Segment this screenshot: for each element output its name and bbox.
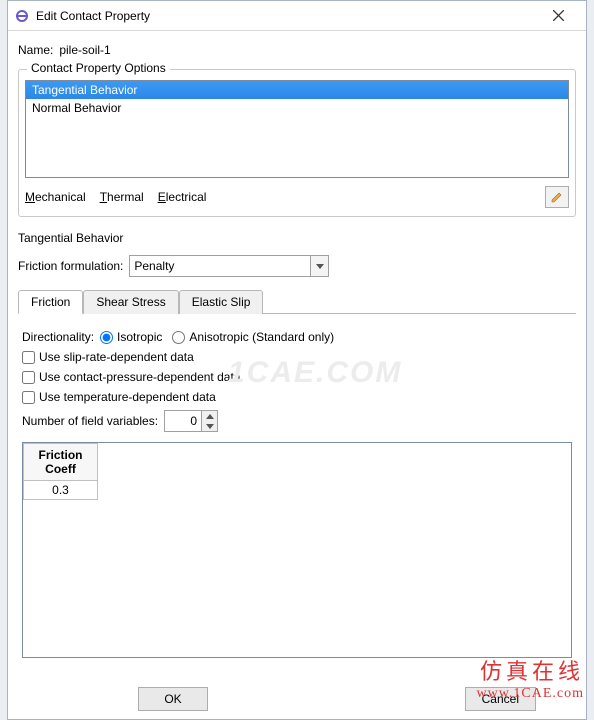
close-icon — [553, 10, 564, 21]
edit-button[interactable] — [545, 186, 569, 208]
titlebar: Edit Contact Property — [8, 1, 586, 31]
options-menubar: Mechanical Thermal Electrical — [25, 186, 569, 208]
friction-formulation-value: Penalty — [134, 259, 174, 273]
friction-cell-1[interactable]: 0.3 — [24, 481, 98, 500]
list-item-tangential[interactable]: Tangential Behavior — [26, 81, 568, 99]
ok-button[interactable]: OK — [138, 687, 208, 711]
friction-formulation-label: Friction formulation: — [18, 259, 123, 273]
radio-isotropic[interactable] — [100, 331, 113, 344]
field-vars-row: Number of field variables: — [22, 410, 572, 432]
options-fieldset: Contact Property Options Tangential Beha… — [18, 69, 576, 217]
temperature-row: Use temperature-dependent data — [22, 390, 572, 404]
radio-anisotropic-label: Anisotropic (Standard only) — [189, 330, 334, 344]
section-title: Tangential Behavior — [18, 231, 576, 245]
title-text: Edit Contact Property — [36, 9, 536, 23]
spin-up[interactable] — [202, 411, 217, 421]
field-vars-input[interactable] — [165, 411, 201, 431]
tab-friction[interactable]: Friction — [18, 290, 83, 314]
menu-electrical[interactable]: Electrical — [158, 190, 207, 204]
menu-mechanical[interactable]: Mechanical — [25, 190, 86, 204]
name-value: pile-soil-1 — [59, 43, 110, 57]
tab-elastic-slip[interactable]: Elastic Slip — [179, 290, 264, 314]
slip-rate-row: Use slip-rate-dependent data — [22, 350, 572, 364]
friction-formulation-row: Friction formulation: Penalty — [18, 255, 576, 277]
dialog-content: Name: pile-soil-1 Contact Property Optio… — [8, 31, 586, 662]
check-contact-pressure[interactable] — [22, 371, 35, 384]
radio-anisotropic[interactable] — [172, 331, 185, 344]
name-label: Name: — [18, 43, 53, 57]
cancel-button[interactable]: Cancel — [465, 687, 536, 711]
check-slip-rate[interactable] — [22, 351, 35, 364]
pencil-icon — [551, 191, 563, 203]
check-temperature-label: Use temperature-dependent data — [39, 390, 216, 404]
tab-friction-body: Directionality: Isotropic Anisotropic (S… — [18, 314, 576, 662]
check-contact-pressure-label: Use contact-pressure-dependent data — [39, 370, 240, 384]
friction-col-header: Friction Coeff — [24, 444, 98, 481]
friction-grid[interactable]: Friction Coeff 0.3 — [22, 442, 572, 658]
options-legend: Contact Property Options — [27, 61, 170, 75]
check-slip-rate-label: Use slip-rate-dependent data — [39, 350, 194, 364]
directionality-label: Directionality: — [22, 330, 94, 344]
app-icon — [14, 8, 30, 24]
list-item-normal[interactable]: Normal Behavior — [26, 99, 568, 117]
friction-table: Friction Coeff 0.3 — [23, 443, 98, 500]
field-vars-stepper[interactable] — [164, 410, 218, 432]
spin-buttons — [201, 411, 217, 431]
check-temperature[interactable] — [22, 391, 35, 404]
friction-formulation-select[interactable]: Penalty — [129, 255, 329, 277]
dialog-window: Edit Contact Property Name: pile-soil-1 … — [7, 0, 587, 720]
directionality-row: Directionality: Isotropic Anisotropic (S… — [22, 330, 572, 344]
options-listbox[interactable]: Tangential Behavior Normal Behavior — [25, 80, 569, 178]
dialog-buttons: OK Cancel — [8, 687, 586, 719]
name-row: Name: pile-soil-1 — [18, 43, 576, 57]
chevron-down-icon — [310, 256, 328, 276]
tabs: Friction Shear Stress Elastic Slip — [18, 289, 576, 314]
radio-isotropic-label: Isotropic — [117, 330, 162, 344]
close-button[interactable] — [536, 2, 580, 30]
tab-shear-stress[interactable]: Shear Stress — [83, 290, 178, 314]
menu-thermal[interactable]: Thermal — [100, 190, 144, 204]
spin-down[interactable] — [202, 421, 217, 431]
field-vars-label: Number of field variables: — [22, 414, 158, 428]
contact-pressure-row: Use contact-pressure-dependent data — [22, 370, 572, 384]
